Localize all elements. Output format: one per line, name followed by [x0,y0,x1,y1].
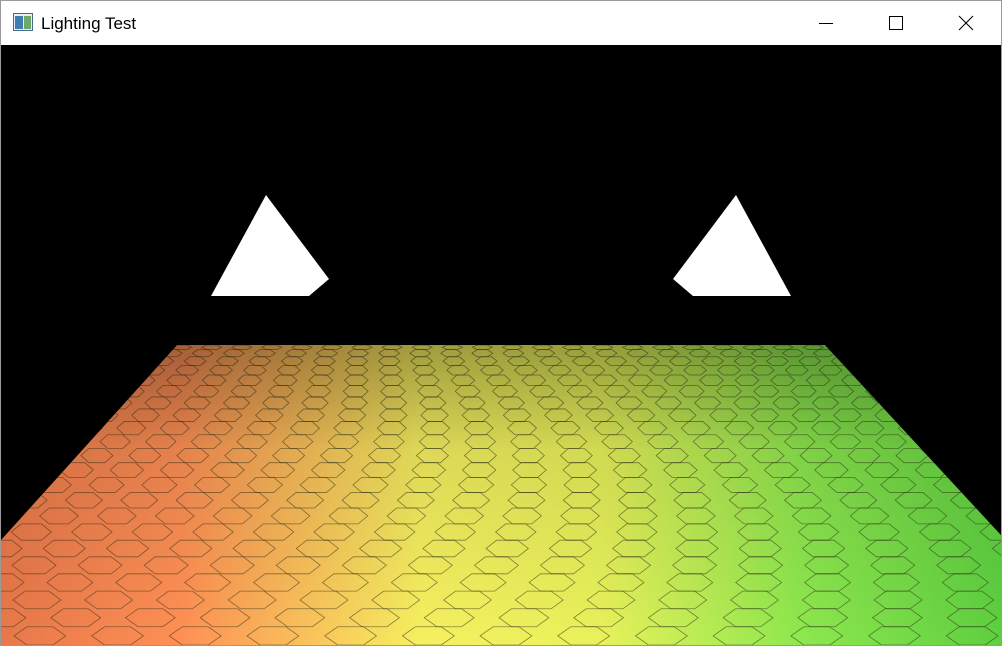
app-window-icon [13,13,33,31]
maximize-button[interactable] [861,1,931,45]
maximize-icon [888,15,904,31]
window-title: Lighting Test [41,14,137,33]
title-bar[interactable]: Lighting Test [1,1,1001,45]
app-window: Lighting Test [0,0,1002,646]
light-marker-left [211,195,329,296]
tiled-floor [1,345,1001,645]
close-button[interactable] [931,1,1001,45]
minimize-button[interactable] [791,1,861,45]
close-icon [958,15,974,31]
scene-canvas [1,195,1001,645]
render-viewport[interactable] [1,45,1001,645]
light-marker-right [673,195,791,296]
minimize-icon [818,15,834,31]
